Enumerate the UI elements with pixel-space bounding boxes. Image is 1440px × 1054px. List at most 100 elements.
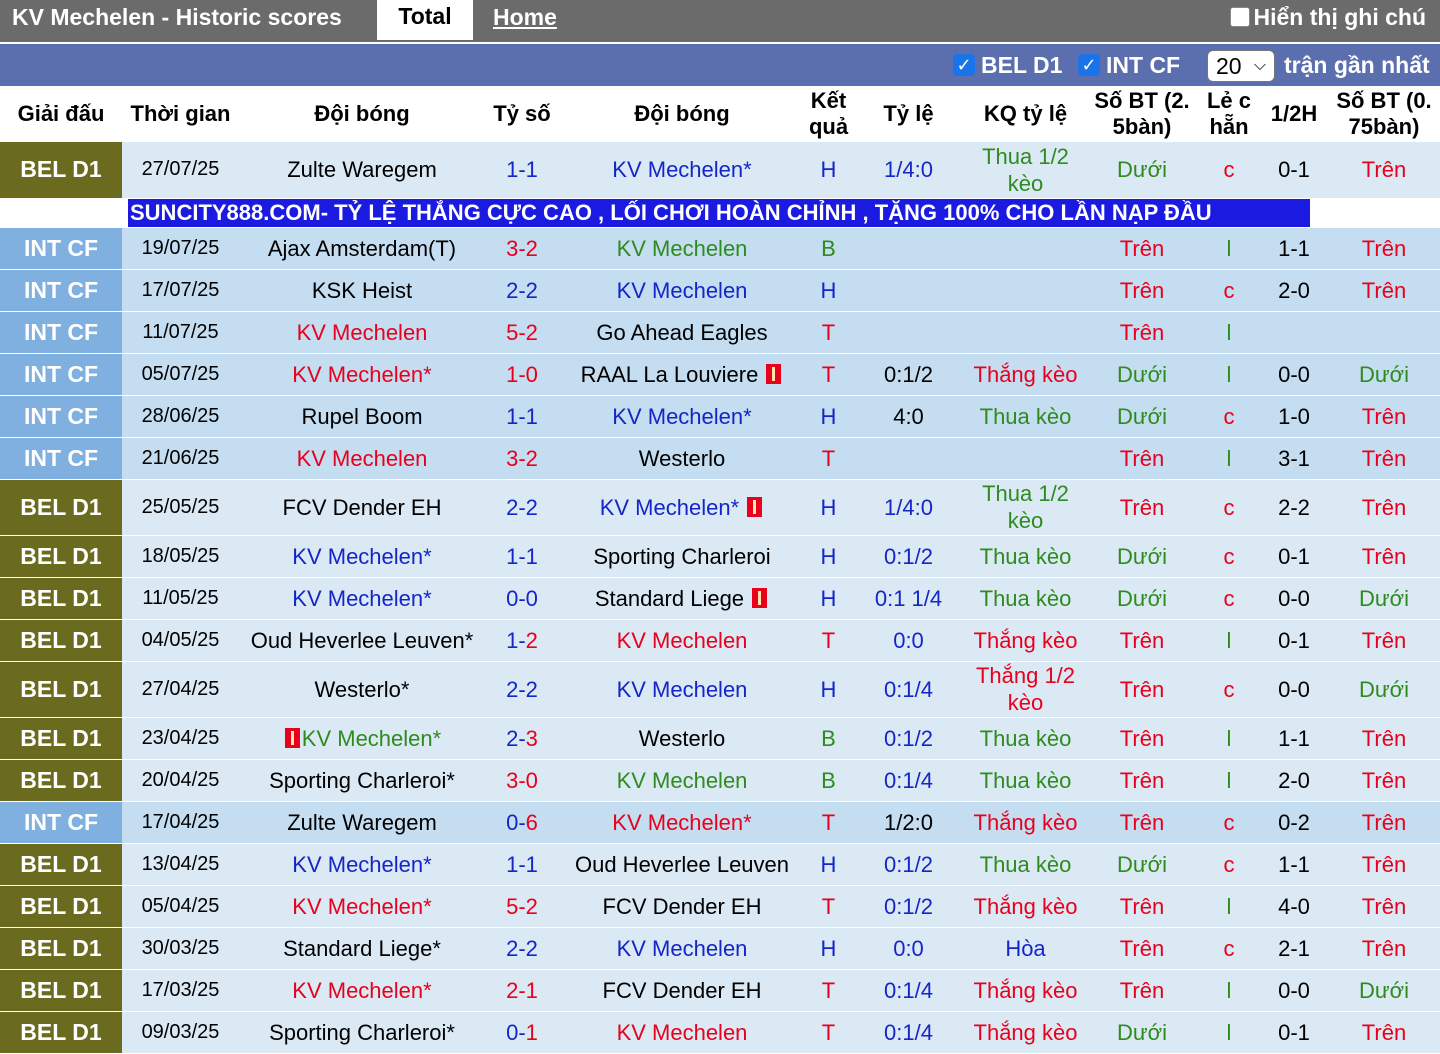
table-row[interactable]: BEL D1 20/04/25 Sporting Charleroi* 3-0 KV M… xyxy=(0,759,1440,802)
away-team[interactable]: FCV Dender EH xyxy=(559,969,805,1012)
away-team[interactable]: KV Mechelen xyxy=(559,1011,805,1054)
table-row[interactable]: BEL D1 27/07/25 Zulte Waregem 1-1 KV Mechele… xyxy=(0,142,1440,199)
goals-over-under-0-75: Trên xyxy=(1328,801,1440,844)
show-notes-toggle[interactable]: Hiển thị ghi chú xyxy=(1229,3,1426,31)
checkmark-icon[interactable]: ✓ xyxy=(1078,54,1100,76)
score: 2-2 xyxy=(485,927,559,970)
away-team[interactable]: KV Mechelen xyxy=(559,269,805,312)
table-row[interactable]: INT CF 11/07/25 KV Mechelen 5-2 Go Ahead Eag… xyxy=(0,311,1440,354)
table-row[interactable]: BEL D1 09/03/25 Sporting Charleroi* 0-1 KV M… xyxy=(0,1011,1440,1054)
show-notes-checkbox[interactable] xyxy=(1229,7,1250,27)
tab-home[interactable]: Home xyxy=(493,3,557,31)
odd-even: l xyxy=(1198,885,1260,928)
league-badge: BEL D1 xyxy=(0,717,122,760)
match-date: 04/05/25 xyxy=(122,619,239,662)
away-team[interactable]: Westerlo xyxy=(559,437,805,480)
table-row[interactable]: INT CF 19/07/25 Ajax Amsterdam(T) 3-2 KV Mec… xyxy=(0,227,1440,270)
table-row[interactable]: INT CF 21/06/25 KV Mechelen 3-2 Westerlo T Trê… xyxy=(0,437,1440,480)
home-team-label: Standard Liege* xyxy=(283,935,441,961)
away-team[interactable]: Go Ahead Eagles xyxy=(559,311,805,354)
table-row[interactable]: INT CF 28/06/25 Rupel Boom 1-1 KV Mechelen* H… xyxy=(0,395,1440,438)
home-team[interactable]: Westerlo* xyxy=(239,661,485,718)
ad-banner-row[interactable]: SUNCITY888.COM- TỶ LỆ THẮNG CỰC CAO , LỐ… xyxy=(0,198,1440,228)
home-team[interactable]: Rupel Boom xyxy=(239,395,485,438)
table-row[interactable]: BEL D1 18/05/25 KV Mechelen* 1-1 Sporting Ch… xyxy=(0,535,1440,578)
home-team[interactable]: Zulte Waregem xyxy=(239,801,485,844)
home-team[interactable]: KSK Heist xyxy=(239,269,485,312)
away-team[interactable]: Sporting Charleroi xyxy=(559,535,805,578)
home-team[interactable]: KV Mechelen* xyxy=(239,843,485,886)
away-team[interactable]: Oud Heverlee Leuven xyxy=(559,843,805,886)
table-row[interactable]: BEL D1 04/05/25 Oud Heverlee Leuven* 1-2 KV … xyxy=(0,619,1440,662)
away-team[interactable]: KV Mechelen xyxy=(559,619,805,662)
ad-banner-cell[interactable]: SUNCITY888.COM- TỶ LỆ THẮNG CỰC CAO , LỐ… xyxy=(0,198,1440,228)
home-team[interactable]: KV Mechelen* xyxy=(239,577,485,620)
tab-total[interactable]: Total xyxy=(377,0,473,40)
table-row[interactable]: BEL D1 11/05/25 KV Mechelen* 0-0 Standard Li… xyxy=(0,577,1440,620)
away-team[interactable]: FCV Dender EH xyxy=(559,885,805,928)
filter-int-cf[interactable]: ✓ INT CF xyxy=(1078,50,1180,80)
home-team[interactable]: KV Mechelen* xyxy=(239,717,485,760)
table-row[interactable]: BEL D1 05/04/25 KV Mechelen* 5-2 FCV Dender … xyxy=(0,885,1440,928)
away-team[interactable]: Westerlo xyxy=(559,717,805,760)
table-row[interactable]: BEL D1 27/04/25 Westerlo* 2-2 KV Mechelen H 0:… xyxy=(0,661,1440,718)
home-team[interactable]: KV Mechelen* xyxy=(239,969,485,1012)
home-team[interactable]: Ajax Amsterdam(T) xyxy=(239,227,485,270)
handicap-odds: 1/4:0 xyxy=(852,479,965,536)
away-team[interactable]: KV Mechelen* xyxy=(559,142,805,199)
away-team[interactable]: RAAL La Louviere xyxy=(559,353,805,396)
odd-even: l xyxy=(1198,311,1260,354)
home-team[interactable]: KV Mechelen* xyxy=(239,535,485,578)
home-team[interactable]: Zulte Waregem xyxy=(239,142,485,199)
score-separator: - xyxy=(518,977,526,1003)
away-team[interactable]: KV Mechelen* xyxy=(559,801,805,844)
home-team[interactable]: Oud Heverlee Leuven* xyxy=(239,619,485,662)
home-team[interactable]: Sporting Charleroi* xyxy=(239,1011,485,1054)
away-team[interactable]: KV Mechelen xyxy=(559,759,805,802)
goals-over-under-0-75: Dưới xyxy=(1328,353,1440,396)
goals-over-under-2-5: Dưới xyxy=(1086,142,1198,199)
away-team[interactable]: KV Mechelen* xyxy=(559,395,805,438)
league-badge: INT CF xyxy=(0,227,122,270)
home-team-label: KV Mechelen* xyxy=(292,977,432,1003)
score: 2-2 xyxy=(485,479,559,536)
home-team[interactable]: KV Mechelen* xyxy=(239,885,485,928)
match-result: T xyxy=(805,437,852,480)
table-row[interactable]: INT CF 17/04/25 Zulte Waregem 0-6 KV Mechele… xyxy=(0,801,1440,844)
home-team[interactable]: KV Mechelen xyxy=(239,311,485,354)
home-team[interactable]: KV Mechelen xyxy=(239,437,485,480)
away-team[interactable]: KV Mechelen xyxy=(559,927,805,970)
table-row[interactable]: BEL D1 30/03/25 Standard Liege* 2-2 KV Meche… xyxy=(0,927,1440,970)
home-goals: 2 xyxy=(506,277,519,303)
home-team[interactable]: Standard Liege* xyxy=(239,927,485,970)
away-team[interactable]: KV Mechelen xyxy=(559,227,805,270)
odd-even: l xyxy=(1198,717,1260,760)
home-team[interactable]: FCV Dender EH xyxy=(239,479,485,536)
away-team[interactable]: KV Mechelen xyxy=(559,661,805,718)
filter-bel-d1[interactable]: ✓ BEL D1 xyxy=(953,50,1062,80)
away-goals: 2 xyxy=(525,319,538,345)
odd-even: c xyxy=(1198,843,1260,886)
goals-over-under-2-5: Trên xyxy=(1086,311,1198,354)
table-row[interactable]: INT CF 17/07/25 KSK Heist 2-2 KV Mechelen H Tr… xyxy=(0,269,1440,312)
away-team[interactable]: KV Mechelen* xyxy=(559,479,805,536)
table-row[interactable]: BEL D1 17/03/25 KV Mechelen* 2-1 FCV Dender … xyxy=(0,969,1440,1012)
home-team[interactable]: Sporting Charleroi* xyxy=(239,759,485,802)
home-team[interactable]: KV Mechelen* xyxy=(239,353,485,396)
away-team[interactable]: Standard Liege xyxy=(559,577,805,620)
match-count-select[interactable]: 20 ⌵ xyxy=(1207,50,1275,82)
league-badge: BEL D1 xyxy=(0,843,122,886)
ad-banner[interactable]: SUNCITY888.COM- TỶ LỆ THẮNG CỰC CAO , LỐ… xyxy=(128,198,1310,227)
home-team-label: Zulte Waregem xyxy=(287,809,437,835)
handicap-odds xyxy=(852,437,965,480)
table-row[interactable]: INT CF 05/07/25 KV Mechelen* 1-0 RAAL La Lou… xyxy=(0,353,1440,396)
goals-over-under-2-5: Trên xyxy=(1086,969,1198,1012)
checkmark-icon[interactable]: ✓ xyxy=(953,54,975,76)
match-date: 18/05/25 xyxy=(122,535,239,578)
table-row[interactable]: BEL D1 13/04/25 KV Mechelen* 1-1 Oud Heverle… xyxy=(0,843,1440,886)
match-date: 05/04/25 xyxy=(122,885,239,928)
league-badge: BEL D1 xyxy=(0,927,122,970)
table-row[interactable]: BEL D1 25/05/25 FCV Dender EH 2-2 KV Mechele… xyxy=(0,479,1440,536)
table-row[interactable]: BEL D1 23/04/25 KV Mechelen* 2-3 Westerlo B 0:… xyxy=(0,717,1440,760)
half-time-score: 2-0 xyxy=(1260,759,1328,802)
